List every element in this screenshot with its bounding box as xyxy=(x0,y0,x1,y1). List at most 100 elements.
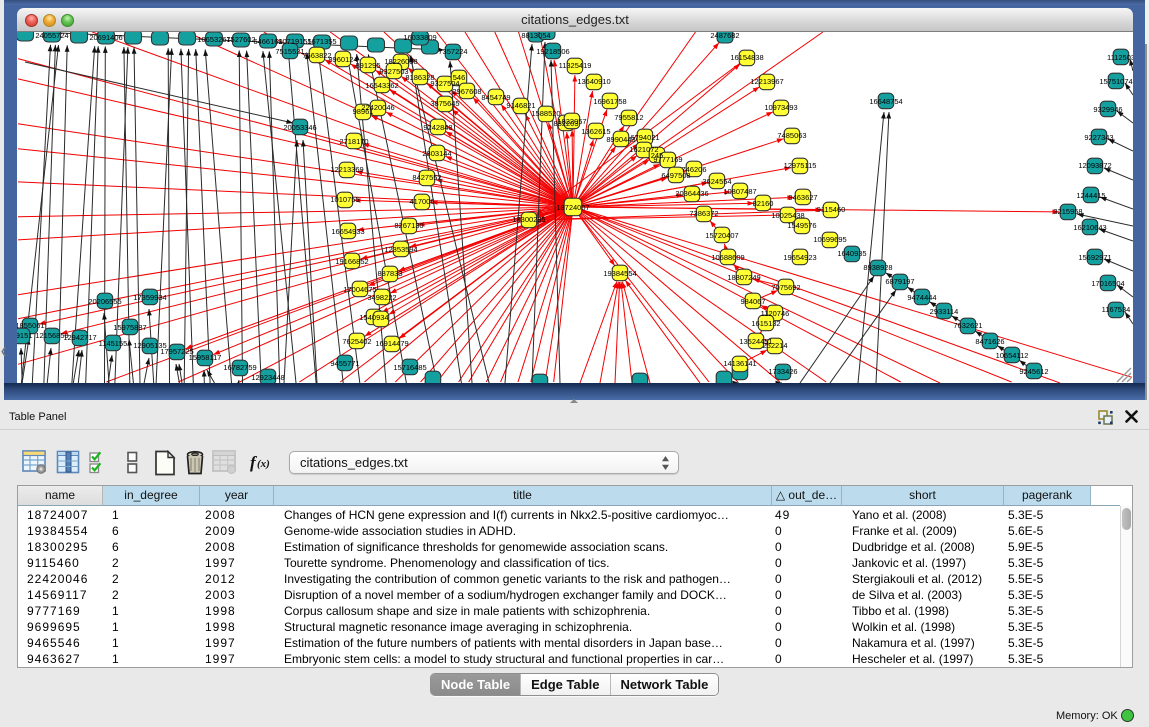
svg-text:19654923: 19654923 xyxy=(783,253,816,262)
svg-text:13640910: 13640910 xyxy=(577,77,610,86)
svg-text:1010755: 1010755 xyxy=(330,195,359,204)
svg-text:16033809: 16033809 xyxy=(403,33,436,42)
svg-text:6879197: 6879197 xyxy=(885,277,914,286)
svg-text:9455771: 9455771 xyxy=(330,359,359,368)
svg-text:18807249: 18807249 xyxy=(727,273,760,282)
svg-text:14136141: 14136141 xyxy=(723,359,756,368)
svg-text:9327503: 9327503 xyxy=(379,67,408,76)
svg-text:417006: 417006 xyxy=(409,197,434,206)
svg-text:6794021: 6794021 xyxy=(630,133,659,142)
svg-text:9115460: 9115460 xyxy=(817,205,846,214)
svg-text:16543362: 16543362 xyxy=(365,81,398,90)
svg-text:7663822: 7663822 xyxy=(302,51,331,60)
svg-text:12213967: 12213967 xyxy=(750,77,783,86)
svg-text:10025438: 10025438 xyxy=(771,211,804,220)
svg-text:15716485: 15716485 xyxy=(393,363,426,372)
svg-text:16782759: 16782759 xyxy=(223,363,256,372)
svg-text:1145155: 1145155 xyxy=(99,339,128,348)
svg-text:20364436: 20364436 xyxy=(675,189,708,198)
svg-text:7075692: 7075692 xyxy=(771,283,800,292)
svg-text:2718170: 2718170 xyxy=(339,137,368,146)
svg-text:2803144: 2803144 xyxy=(422,149,451,158)
svg-text:746206: 746206 xyxy=(681,165,706,174)
svg-text:984067: 984067 xyxy=(740,297,765,306)
svg-text:18300295: 18300295 xyxy=(512,215,545,224)
svg-text:19166852: 19166852 xyxy=(335,257,368,266)
svg-text:15958117: 15958117 xyxy=(189,353,222,362)
svg-text:9227343: 9227343 xyxy=(1084,133,1113,142)
svg-text:15751074: 15751074 xyxy=(1099,77,1132,86)
svg-text:1167534: 1167534 xyxy=(1102,305,1131,314)
svg-text:10654112: 10654112 xyxy=(996,351,1029,360)
svg-text:3875645: 3875645 xyxy=(430,99,459,108)
svg-text:18226058: 18226058 xyxy=(384,57,417,66)
svg-text:15720407: 15720407 xyxy=(705,231,738,240)
svg-text:98961: 98961 xyxy=(353,107,374,116)
svg-text:1671355: 1671355 xyxy=(307,37,336,46)
svg-text:7357224: 7357224 xyxy=(438,47,467,56)
svg-text:3624554: 3624554 xyxy=(702,177,731,186)
svg-text:9242848: 9242848 xyxy=(423,123,452,132)
svg-text:1733426: 1733426 xyxy=(768,367,797,376)
svg-text:15692971: 15692971 xyxy=(1078,253,1111,262)
svg-text:10688609: 10688609 xyxy=(711,253,744,262)
svg-text:(x): (x) xyxy=(257,458,270,470)
svg-text:1822057: 1822057 xyxy=(557,117,586,126)
svg-text:7955812: 7955812 xyxy=(614,113,643,122)
svg-text:1540934: 1540934 xyxy=(359,313,388,322)
svg-text:1588520: 1588520 xyxy=(531,109,560,118)
svg-text:16648754: 16648754 xyxy=(869,97,902,106)
svg-text:8813054: 8813054 xyxy=(521,31,550,40)
svg-text:7515521: 7515521 xyxy=(275,47,304,56)
svg-text:12942717: 12942717 xyxy=(63,333,96,342)
svg-text:546: 546 xyxy=(453,73,466,82)
svg-text:24055724: 24055724 xyxy=(35,31,68,40)
svg-text:8267130: 8267130 xyxy=(394,221,423,230)
svg-text:1549576: 1549576 xyxy=(787,221,816,230)
svg-text:2967608: 2967608 xyxy=(452,87,481,96)
svg-text:16654933: 16654933 xyxy=(331,227,364,236)
svg-text:12213369: 12213369 xyxy=(330,165,363,174)
svg-text:1855061: 1855061 xyxy=(17,321,45,330)
svg-text:16210643: 16210643 xyxy=(1073,223,1106,232)
svg-text:3498222: 3498222 xyxy=(367,293,396,302)
svg-text:16961758: 16961758 xyxy=(593,97,626,106)
svg-text:12353594: 12353594 xyxy=(384,245,417,254)
svg-text:7625402: 7625402 xyxy=(342,337,371,346)
svg-text:20206555: 20206555 xyxy=(88,297,121,306)
svg-text:18724007: 18724007 xyxy=(556,203,589,212)
svg-text:252214: 252214 xyxy=(762,341,787,350)
svg-text:16914479: 16914479 xyxy=(375,339,408,348)
svg-text:7632621: 7632621 xyxy=(953,321,982,330)
svg-text:8938928: 8938928 xyxy=(863,263,892,272)
svg-text:39151: 39151 xyxy=(17,331,32,340)
svg-text:9329946: 9329946 xyxy=(1093,105,1122,114)
svg-text:2933114: 2933114 xyxy=(930,307,959,316)
svg-text:1615132: 1615132 xyxy=(751,319,780,328)
svg-text:1244415: 1244415 xyxy=(1076,191,1105,200)
svg-text:9463627: 9463627 xyxy=(788,193,817,202)
svg-text:19384554: 19384554 xyxy=(603,269,636,278)
svg-text:15975887: 15975887 xyxy=(113,323,146,332)
svg-text:9245612: 9245612 xyxy=(1019,367,1048,376)
svg-text:8960124: 8960124 xyxy=(328,55,357,64)
svg-text:10699695: 10699695 xyxy=(813,235,846,244)
svg-text:19218506: 19218506 xyxy=(536,47,569,56)
svg-text:1527602: 1527602 xyxy=(226,35,255,44)
svg-text:7386372: 7386372 xyxy=(689,209,718,218)
svg-text:10807487: 10807487 xyxy=(723,187,756,196)
svg-text:9777169: 9777169 xyxy=(653,155,682,164)
svg-text:8427552: 8427552 xyxy=(412,173,441,182)
svg-text:82160: 82160 xyxy=(753,199,774,208)
svg-text:9474444: 9474444 xyxy=(907,293,936,302)
svg-text:3215958: 3215958 xyxy=(1053,207,1082,216)
svg-text:12923448: 12923448 xyxy=(251,373,284,382)
svg-text:11325419: 11325419 xyxy=(559,61,592,70)
svg-text:17359934: 17359934 xyxy=(133,293,166,302)
svg-text:16154838: 16154838 xyxy=(730,53,763,62)
svg-text:1112503: 1112503 xyxy=(1107,53,1133,62)
svg-text:10973493: 10973493 xyxy=(764,103,797,112)
svg-text:1640935: 1640935 xyxy=(837,249,866,258)
svg-text:891295: 891295 xyxy=(355,61,380,70)
svg-text:17016504: 17016504 xyxy=(1091,279,1124,288)
